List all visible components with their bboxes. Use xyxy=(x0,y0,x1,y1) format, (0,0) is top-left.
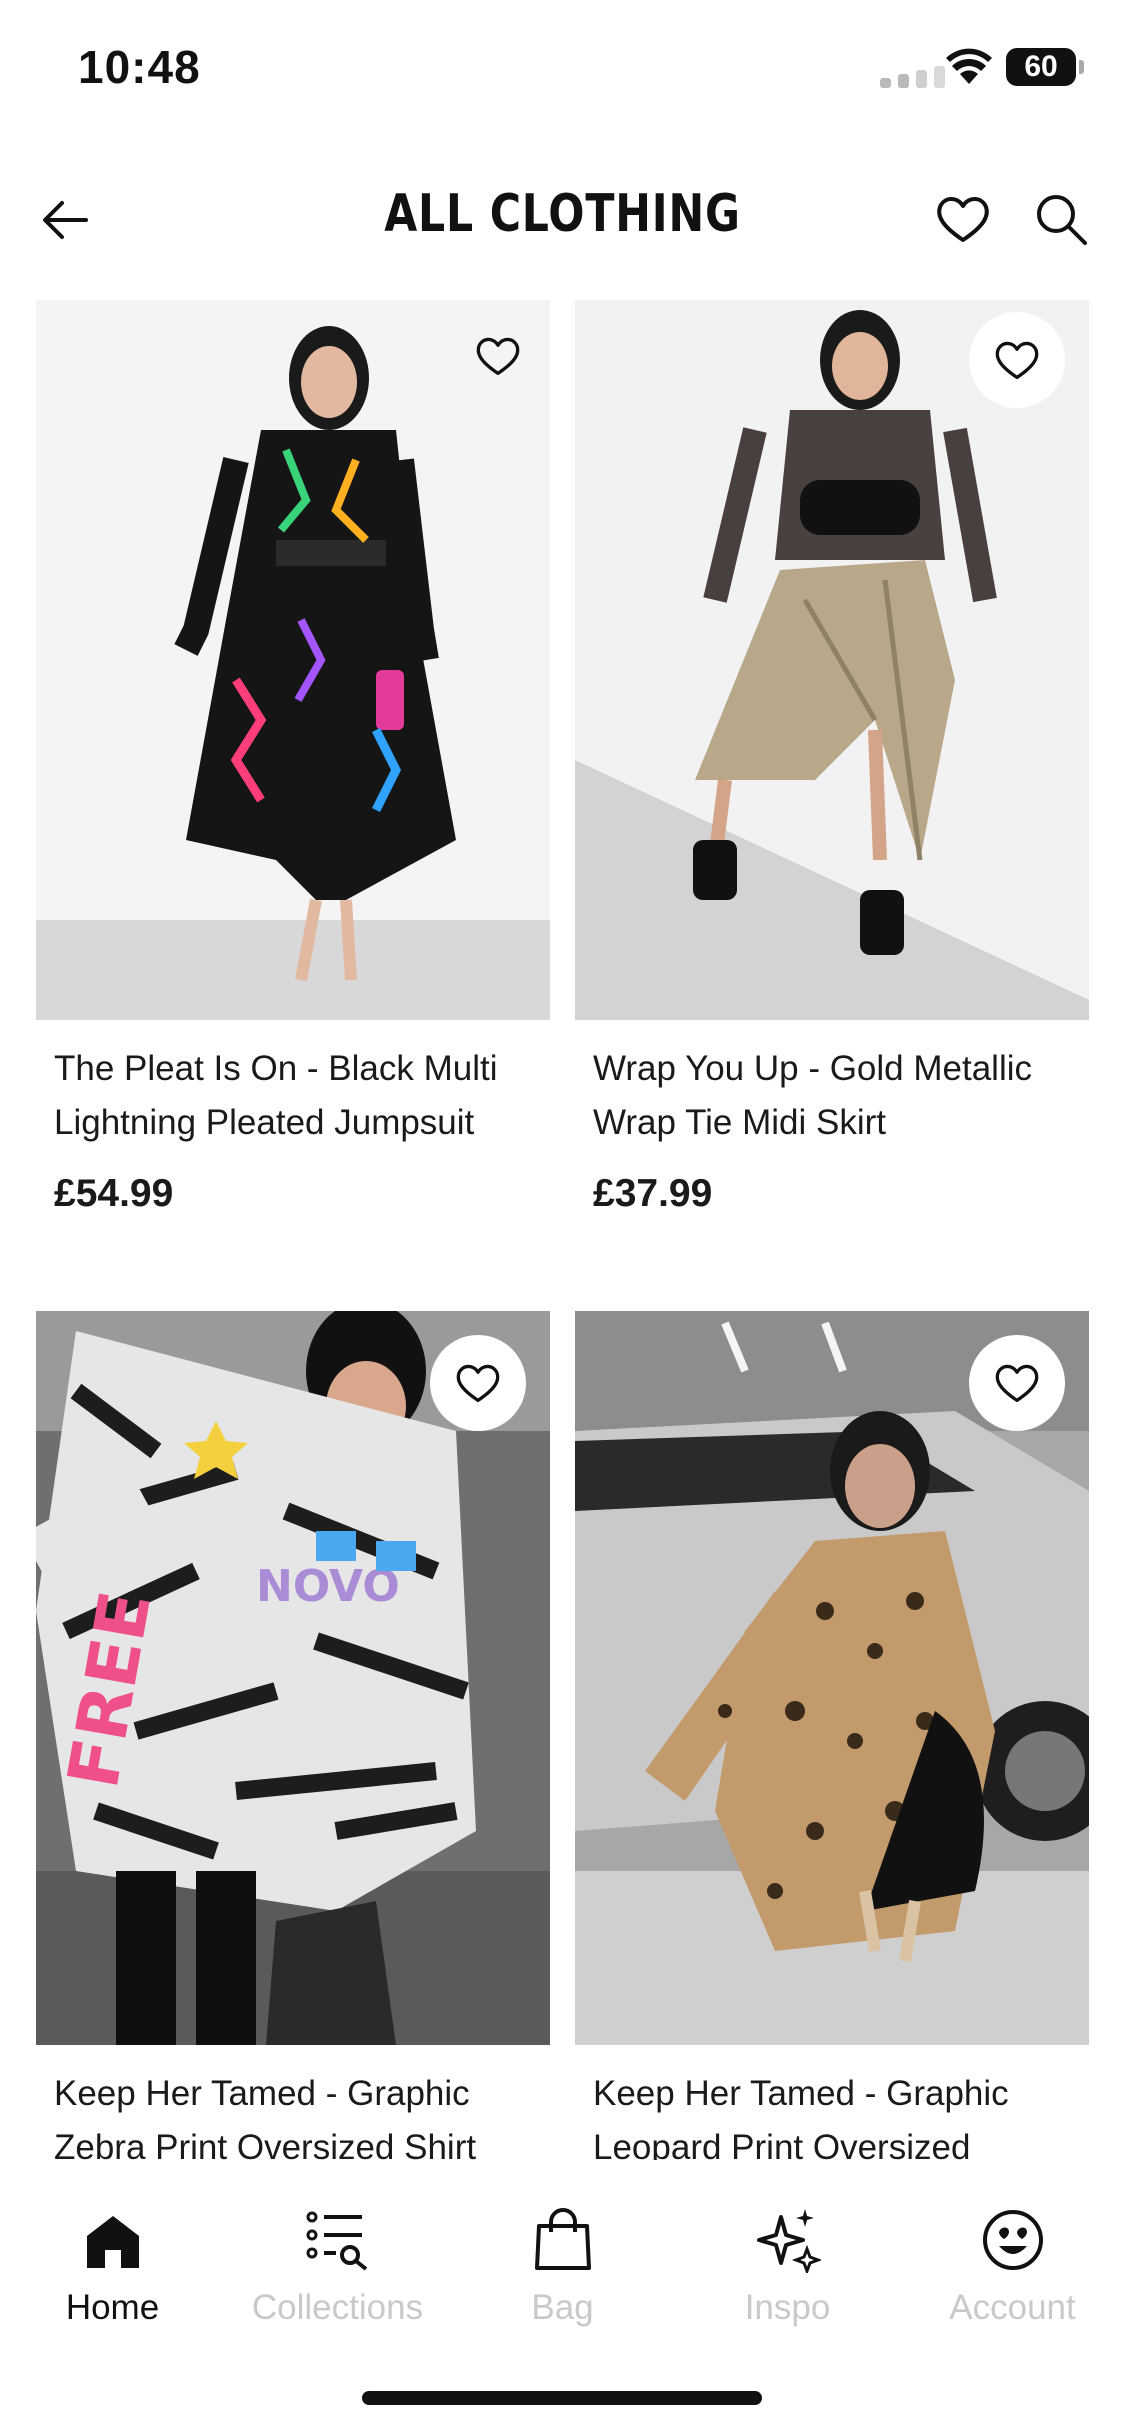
tab-collections-label: Collections xyxy=(251,2288,424,2327)
tab-collections[interactable]: Collections xyxy=(225,2200,450,2328)
wishlist-heart-icon[interactable] xyxy=(934,190,992,248)
home-icon xyxy=(86,2216,139,2268)
back-arrow-icon[interactable] xyxy=(36,190,96,250)
heart-icon xyxy=(476,337,520,376)
product-name[interactable]: Keep Her Tamed - Graphic Zebra Print Ove… xyxy=(54,2067,544,2161)
page-title: ALL CLOTHING xyxy=(384,184,741,244)
product-name[interactable]: Wrap You Up - Gold Metallic Wrap Tie Mid… xyxy=(593,1042,1083,1150)
product-card[interactable]: Wrap You Up - Gold Metallic Wrap Tie Mid… xyxy=(575,300,1089,1230)
tab-inspo-label: Inspo xyxy=(744,2288,831,2327)
product-name[interactable]: Keep Her Tamed - Graphic Leopard Print O… xyxy=(593,2067,1083,2161)
heart-icon xyxy=(995,1364,1039,1403)
top-navigation-bar: ALL CLOTHING xyxy=(0,170,1125,270)
tab-bag-label: Bag xyxy=(531,2288,594,2327)
product-card[interactable]: FREE NOVO Keep Her Tamed - Graphic Zebra… xyxy=(36,1311,550,2161)
heart-icon xyxy=(995,341,1039,380)
product-card[interactable]: Keep Her Tamed - Graphic Leopard Print O… xyxy=(575,1311,1089,2161)
product-image[interactable] xyxy=(36,300,550,1020)
product-image[interactable] xyxy=(575,300,1089,1020)
product-price: £54.99 xyxy=(54,1172,174,1215)
battery-tip xyxy=(1079,60,1084,74)
bag-icon xyxy=(534,2208,591,2270)
status-time: 10:48 xyxy=(78,41,201,93)
heart-icon xyxy=(456,1364,500,1403)
sparkle-icon xyxy=(756,2209,821,2273)
favorite-button[interactable] xyxy=(969,312,1065,408)
home-indicator[interactable] xyxy=(362,2391,762,2405)
tab-home[interactable]: Home xyxy=(0,2200,225,2328)
product-card[interactable]: The Pleat Is On - Black Multi Lightning … xyxy=(36,300,550,1230)
product-price: £37.99 xyxy=(593,1172,713,1215)
wifi-icon xyxy=(946,48,992,84)
product-name[interactable]: The Pleat Is On - Black Multi Lightning … xyxy=(54,1042,544,1150)
search-icon[interactable] xyxy=(1032,190,1090,248)
smiley-icon xyxy=(982,2210,1043,2270)
favorite-button[interactable] xyxy=(450,308,546,404)
battery-icon: 60 xyxy=(1006,48,1076,86)
cellular-signal-icon xyxy=(880,66,945,88)
tab-bag[interactable]: Bag xyxy=(450,2200,675,2328)
tab-account-label: Account xyxy=(949,2288,1076,2327)
favorite-button[interactable] xyxy=(969,1335,1065,1431)
tab-home-label: Home xyxy=(65,2288,160,2327)
favorite-button[interactable] xyxy=(430,1335,526,1431)
tab-account[interactable]: Account xyxy=(900,2200,1125,2328)
collections-icon xyxy=(306,2211,367,2271)
tab-inspo[interactable]: Inspo xyxy=(675,2200,900,2328)
status-bar: 10:48 60 xyxy=(0,0,1125,130)
